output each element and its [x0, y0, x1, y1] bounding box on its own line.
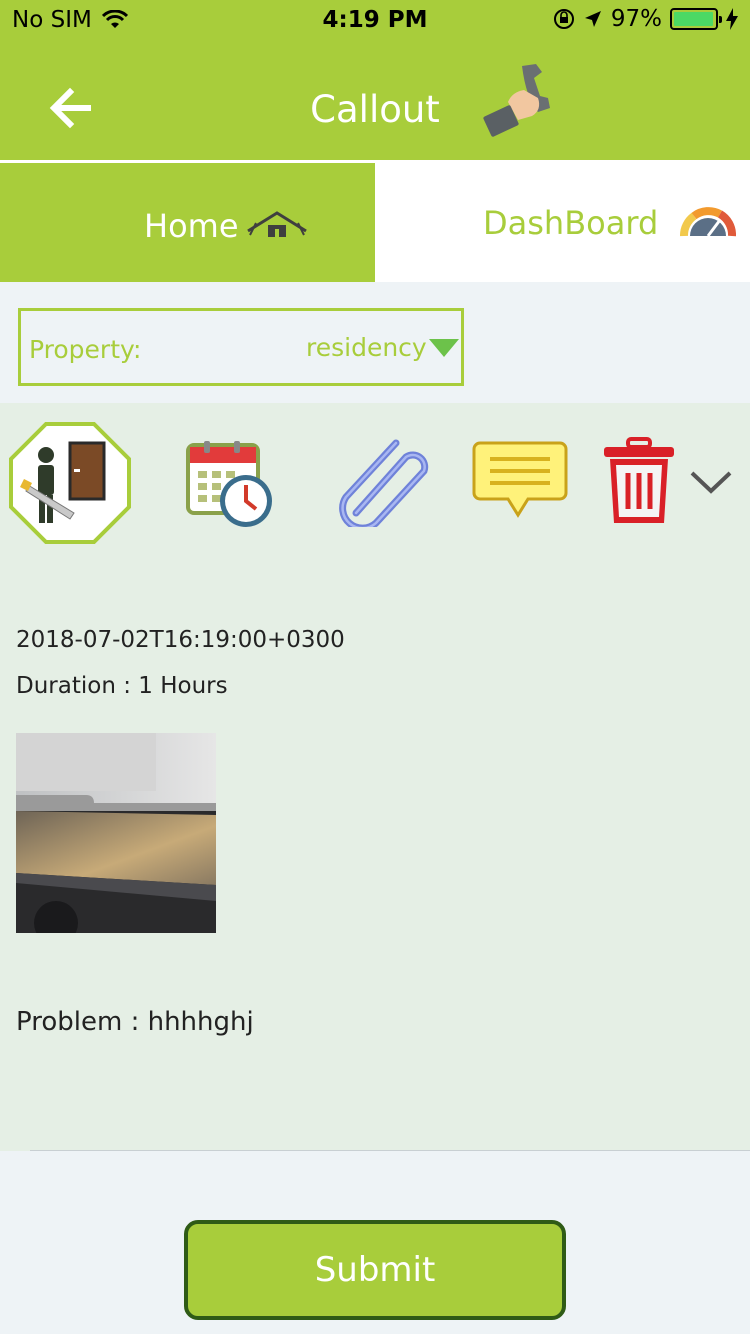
calendar-clock-icon[interactable]: [186, 439, 276, 531]
dropdown-arrow-icon: [429, 339, 459, 357]
location-arrow-icon: [584, 11, 601, 27]
tab-dashboard[interactable]: DashBoard: [375, 160, 750, 282]
gauge-icon: [680, 207, 736, 237]
tab-home[interactable]: Home: [0, 160, 375, 282]
paperclip-icon[interactable]: [336, 437, 434, 527]
orientation-lock-icon: [553, 9, 574, 29]
house-icon: [247, 211, 307, 237]
battery-icon: [670, 8, 722, 30]
callout-card: 2018-07-02T16:19:00+0300 Duration : 1 Ho…: [0, 403, 750, 1151]
submit-button[interactable]: Submit: [184, 1220, 566, 1320]
property-dropdown[interactable]: Property: residency: [18, 308, 464, 386]
battery-fill: [674, 12, 713, 26]
property-label: Property:: [29, 335, 142, 364]
worker-door-icon[interactable]: [8, 421, 132, 545]
battery-percent: 97%: [610, 6, 662, 32]
charging-bolt-icon: [726, 8, 738, 30]
callout-duration: Duration : 1 Hours: [16, 673, 228, 699]
tab-bar: Home DashBoard: [0, 160, 750, 282]
tab-home-label: Home: [144, 207, 239, 245]
property-value: residency: [306, 333, 427, 362]
app-header: Callout: [0, 40, 750, 160]
trash-icon[interactable]: [602, 437, 676, 527]
status-right: 97%: [553, 6, 738, 32]
tab-dashboard-label: DashBoard: [483, 204, 659, 242]
phone-handset-icon: [483, 64, 550, 137]
attachment-photo[interactable]: [16, 733, 216, 933]
status-bar: No SIM 4:19 PM 97%: [0, 0, 750, 40]
divider: [30, 1150, 750, 1151]
callout-date: 2018-07-02T16:19:00+0300: [16, 627, 345, 653]
chevron-down-icon[interactable]: [688, 467, 734, 497]
callout-problem: Problem : hhhhghj: [16, 1007, 254, 1037]
page-title: Callout: [310, 88, 440, 131]
chat-bubble-icon[interactable]: [472, 439, 568, 525]
